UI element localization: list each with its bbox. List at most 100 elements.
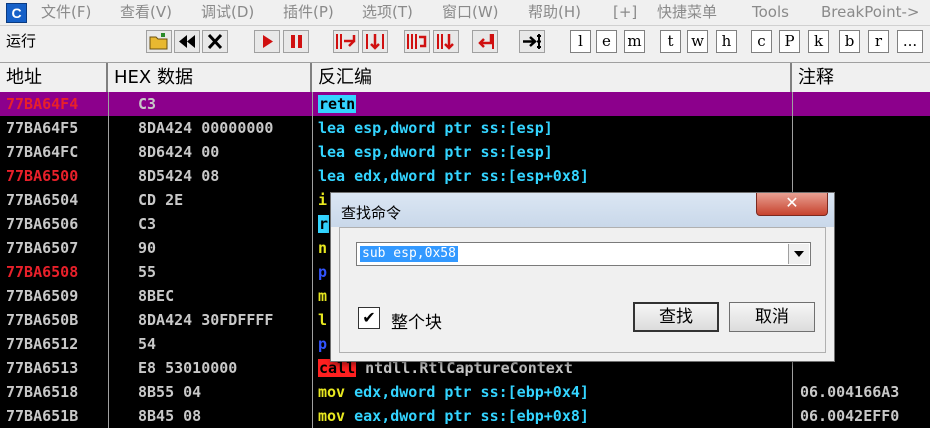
- table-row[interactable]: 77BA6518 8B55 04 mov edx,dword ptr ss:[e…: [0, 380, 930, 404]
- threads-window-button[interactable]: t: [660, 30, 681, 53]
- trace-over-icon: [437, 34, 454, 50]
- row-address: 77BA6508: [6, 263, 79, 281]
- entire-block-label: 整个块: [391, 313, 442, 333]
- cpu-window-button[interactable]: c: [751, 30, 772, 53]
- row-disasm: retn: [318, 92, 792, 116]
- run-button[interactable]: [254, 30, 280, 53]
- table-row[interactable]: 77BA64FC 8D6424 00 lea esp,dword ptr ss:…: [0, 140, 930, 164]
- row-hex: 8B55 04: [138, 383, 202, 401]
- memory-window-button[interactable]: m: [624, 30, 645, 53]
- command-input[interactable]: sub esp,0x58: [360, 246, 458, 262]
- row-hex: C3: [138, 95, 157, 113]
- table-row[interactable]: 77BA6500 8D5424 08 lea edx,dword ptr ss:…: [0, 164, 930, 188]
- col-disasm[interactable]: 反汇编: [312, 63, 792, 92]
- table-row[interactable]: 77BA651B 8B45 08 mov eax,dword ptr ss:[e…: [0, 404, 930, 428]
- col-hex[interactable]: HEX 数据: [108, 63, 312, 92]
- row-opcode: l: [318, 311, 328, 329]
- log-window-button[interactable]: l: [570, 30, 591, 53]
- execute-till-return-button[interactable]: [472, 30, 498, 53]
- row-address: 77BA6507: [6, 239, 79, 257]
- pause-button[interactable]: [283, 30, 309, 53]
- row-operands: edx,dword ptr ss:[ebp+0x4]: [354, 383, 589, 401]
- row-disasm: lea edx,dword ptr ss:[esp+0x8]: [318, 164, 792, 188]
- row-hex: C3: [138, 215, 157, 233]
- table-row[interactable]: 77BA64F5 8DA424 00000000 lea esp,dword p…: [0, 116, 930, 140]
- pause-icon: [291, 35, 302, 48]
- references-window-button[interactable]: r: [868, 30, 889, 53]
- dialog-titlebar[interactable]: 查找命令 ✕: [331, 193, 834, 227]
- callstack-window-button[interactable]: k: [808, 30, 829, 53]
- patches-window-button[interactable]: P: [779, 30, 800, 53]
- menu-options[interactable]: 选项(T): [362, 0, 413, 25]
- windows-window-button[interactable]: w: [687, 30, 708, 53]
- play-icon: [263, 35, 273, 48]
- row-disasm: mov edx,dword ptr ss:[ebp+0x4]: [318, 380, 792, 404]
- close-icon: ✕: [785, 193, 799, 212]
- open-button[interactable]: [146, 30, 172, 53]
- handles-window-button[interactable]: h: [716, 30, 737, 53]
- menu-debug[interactable]: 调试(D): [201, 0, 254, 25]
- trace-into-button[interactable]: [404, 30, 430, 53]
- rewind-icon: [179, 35, 195, 48]
- command-combo[interactable]: sub esp,0x58: [356, 242, 811, 266]
- row-address: 77BA64F4: [6, 95, 79, 113]
- dialog-close-button[interactable]: ✕: [756, 193, 828, 216]
- row-address: 77BA64F5: [6, 119, 79, 137]
- row-address: 77BA6500: [6, 167, 79, 185]
- menu-plus[interactable]: [+]: [613, 0, 637, 25]
- open-folder-icon: [149, 33, 168, 50]
- col-address[interactable]: 地址: [0, 63, 108, 92]
- dialog-title: 查找命令: [341, 204, 402, 222]
- row-hex: 55: [138, 263, 157, 281]
- row-opcode: m: [318, 287, 328, 305]
- row-opcode: n: [318, 239, 328, 257]
- row-opcode: p: [318, 263, 328, 281]
- goto-icon: [523, 34, 541, 49]
- menu-plugins[interactable]: 插件(P): [283, 0, 334, 25]
- close-button[interactable]: [202, 30, 228, 53]
- column-divider: [312, 92, 313, 428]
- row-hex: CD 2E: [138, 191, 184, 209]
- menu-breakpoint[interactable]: BreakPoint->: [821, 0, 919, 25]
- row-hex: 54: [138, 335, 157, 353]
- row-address: 77BA650B: [6, 311, 79, 329]
- row-address: 77BA6509: [6, 287, 79, 305]
- row-operands: esp,dword ptr ss:[esp]: [354, 143, 553, 161]
- find-button[interactable]: 查找: [633, 302, 719, 332]
- close-icon: [207, 33, 223, 50]
- row-hex: 90: [138, 239, 157, 257]
- menu-window[interactable]: 窗口(W): [442, 0, 499, 25]
- go-to-origin-button[interactable]: [519, 30, 545, 53]
- row-opcode: mov: [318, 407, 346, 425]
- row-opcode: lea: [318, 167, 346, 185]
- step-over-button[interactable]: [362, 30, 388, 53]
- breakpoints-window-button[interactable]: b: [839, 30, 860, 53]
- table-row[interactable]: 77BA64F4 C3 retn: [0, 92, 930, 116]
- row-comment: 06.0042EFF0: [800, 407, 900, 425]
- app-icon: C: [6, 3, 27, 23]
- trace-over-button[interactable]: [433, 30, 459, 53]
- rewind-button[interactable]: [174, 30, 200, 53]
- step-into-button[interactable]: [333, 30, 359, 53]
- entire-block-checkbox[interactable]: ✔: [358, 307, 380, 329]
- menu-file[interactable]: 文件(F): [41, 0, 91, 25]
- menu-help[interactable]: 帮助(H): [528, 0, 581, 25]
- run-status: 运行: [6, 32, 37, 50]
- col-comment[interactable]: 注释: [792, 63, 930, 92]
- menu-tools[interactable]: Tools: [752, 0, 789, 25]
- row-opcode: r: [318, 215, 330, 233]
- row-disasm: lea esp,dword ptr ss:[esp]: [318, 140, 792, 164]
- cancel-button[interactable]: 取消: [729, 302, 815, 332]
- more-window-button[interactable]: ...: [897, 30, 923, 53]
- row-hex: 8BEC: [138, 287, 175, 305]
- modules-window-button[interactable]: e: [596, 30, 617, 53]
- row-address: 77BA6504: [6, 191, 79, 209]
- menu-bar: C 文件(F) 查看(V) 调试(D) 插件(P) 选项(T) 窗口(W) 帮助…: [0, 0, 930, 26]
- row-opcode: lea: [318, 119, 346, 137]
- menu-shortcut[interactable]: 快捷菜单: [657, 0, 717, 25]
- row-operands: esp,dword ptr ss:[esp]: [354, 119, 553, 137]
- combo-dropdown-button[interactable]: [788, 244, 809, 264]
- menu-view[interactable]: 查看(V): [120, 0, 172, 25]
- row-disasm: lea esp,dword ptr ss:[esp]: [318, 116, 792, 140]
- row-opcode: i: [318, 191, 328, 209]
